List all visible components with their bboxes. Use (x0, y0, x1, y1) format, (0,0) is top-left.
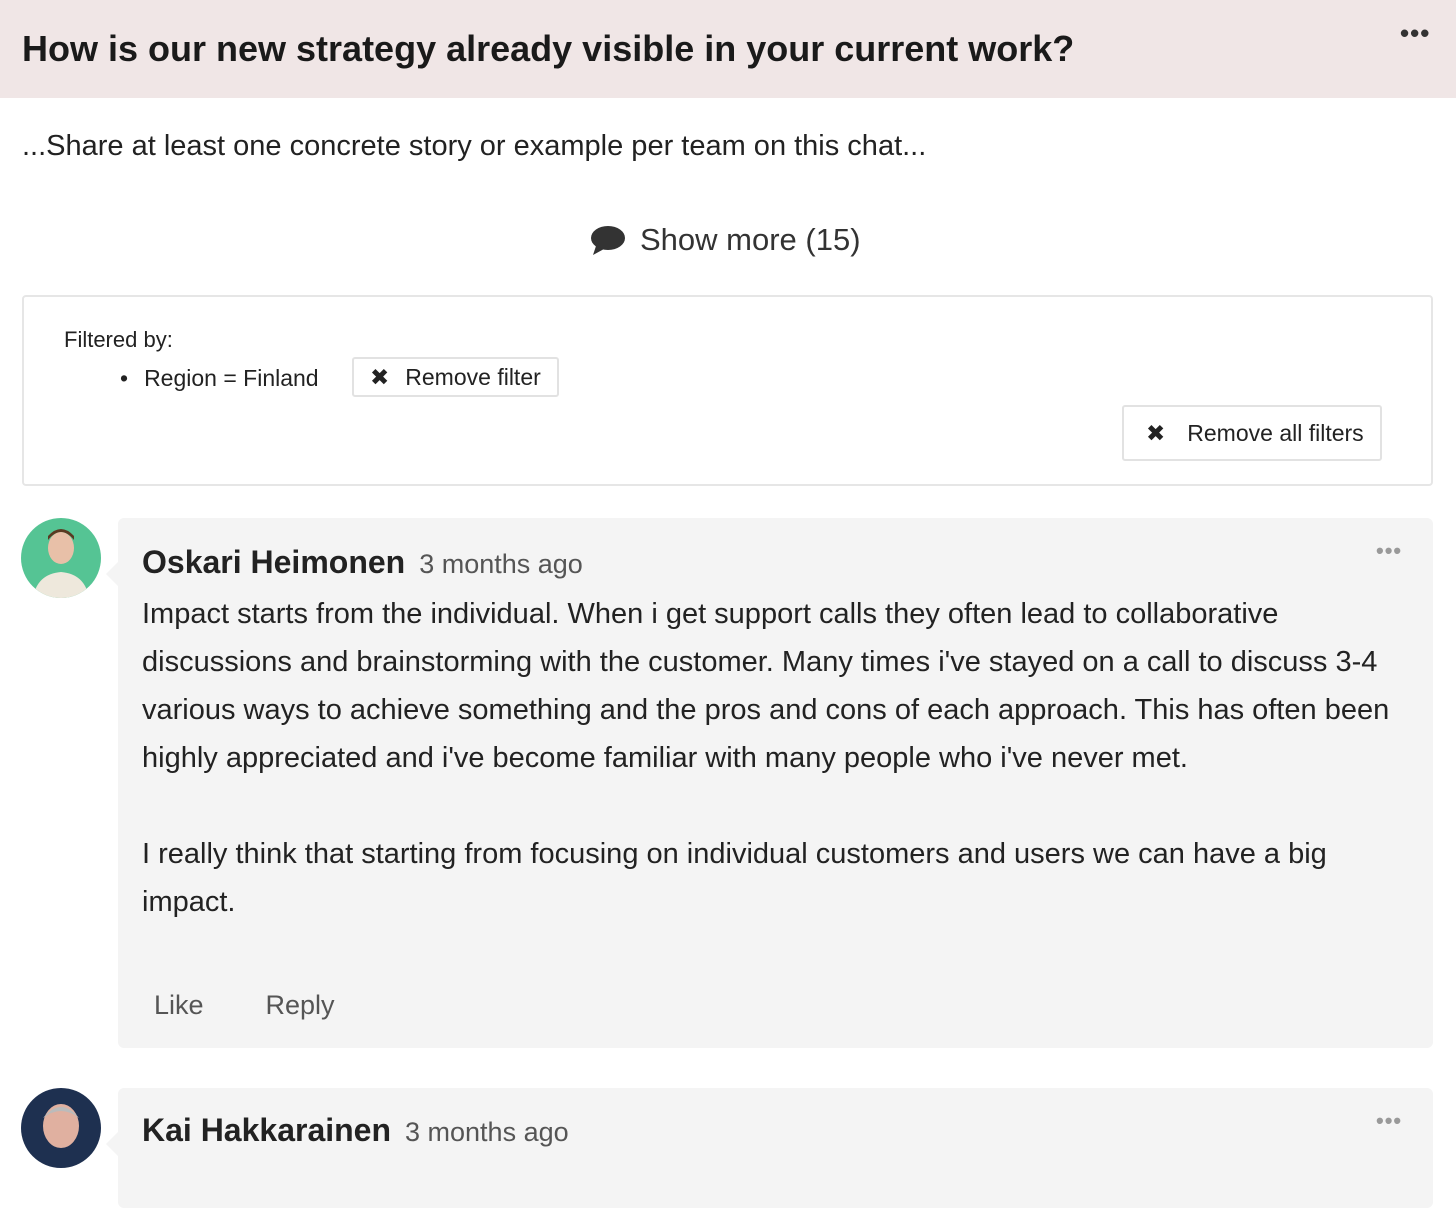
more-horizontal-icon[interactable]: ••• (1376, 1108, 1402, 1134)
comment-header: Kai Hakkarainen 3 months ago (142, 1112, 569, 1149)
timestamp: 3 months ago (419, 549, 583, 579)
filter-text: Region = Finland (144, 365, 319, 391)
avatar-image (33, 529, 89, 598)
comment-body: Impact starts from the individual. When … (142, 590, 1422, 926)
show-more-button[interactable]: Show more (15) (590, 222, 861, 258)
speech-bubble-icon (591, 226, 625, 255)
comment-header: Oskari Heimonen 3 months ago (142, 544, 583, 581)
remove-filter-label: Remove filter (405, 363, 541, 390)
show-more-label: Show more (15) (640, 222, 861, 257)
author-name[interactable]: Oskari Heimonen (142, 544, 405, 580)
more-horizontal-icon[interactable]: ••• (1400, 18, 1430, 49)
avatar[interactable] (21, 518, 101, 598)
question-header: How is our new strategy already visible … (0, 0, 1456, 98)
reply-button[interactable]: Reply (266, 990, 335, 1021)
remove-filter-button[interactable]: ✖ Remove filter (352, 357, 559, 397)
close-icon: ✖ (370, 363, 390, 390)
filtered-by-label: Filtered by: (64, 327, 173, 352)
avatar-image (43, 1104, 79, 1148)
more-horizontal-icon[interactable]: ••• (1376, 538, 1402, 564)
avatar[interactable] (21, 1088, 101, 1168)
comment-paragraph: Impact starts from the individual. When … (142, 598, 1390, 774)
comment-card: Oskari Heimonen 3 months ago ••• Impact s… (106, 518, 1433, 1048)
comment-paragraph: I really think that starting from focusi… (142, 838, 1327, 918)
close-icon: ✖ (1146, 419, 1166, 446)
filter-item: • Region = Finland (120, 365, 319, 392)
comment-actions: Like Reply (154, 990, 335, 1021)
author-name[interactable]: Kai Hakkarainen (142, 1112, 391, 1148)
like-button[interactable]: Like (154, 990, 204, 1021)
remove-all-filters-label: Remove all filters (1187, 419, 1364, 446)
page-title: How is our new strategy already visible … (22, 28, 1075, 69)
comment-card: Kai Hakkarainen 3 months ago ••• (106, 1088, 1433, 1208)
filter-panel: Filtered by: • Region = Finland ✖ Remove… (22, 295, 1433, 486)
timestamp: 3 months ago (405, 1117, 569, 1147)
bullet: • (120, 365, 129, 391)
question-description: ...Share at least one concrete story or … (22, 130, 927, 162)
remove-all-filters-button[interactable]: ✖ Remove all filters (1122, 405, 1382, 461)
